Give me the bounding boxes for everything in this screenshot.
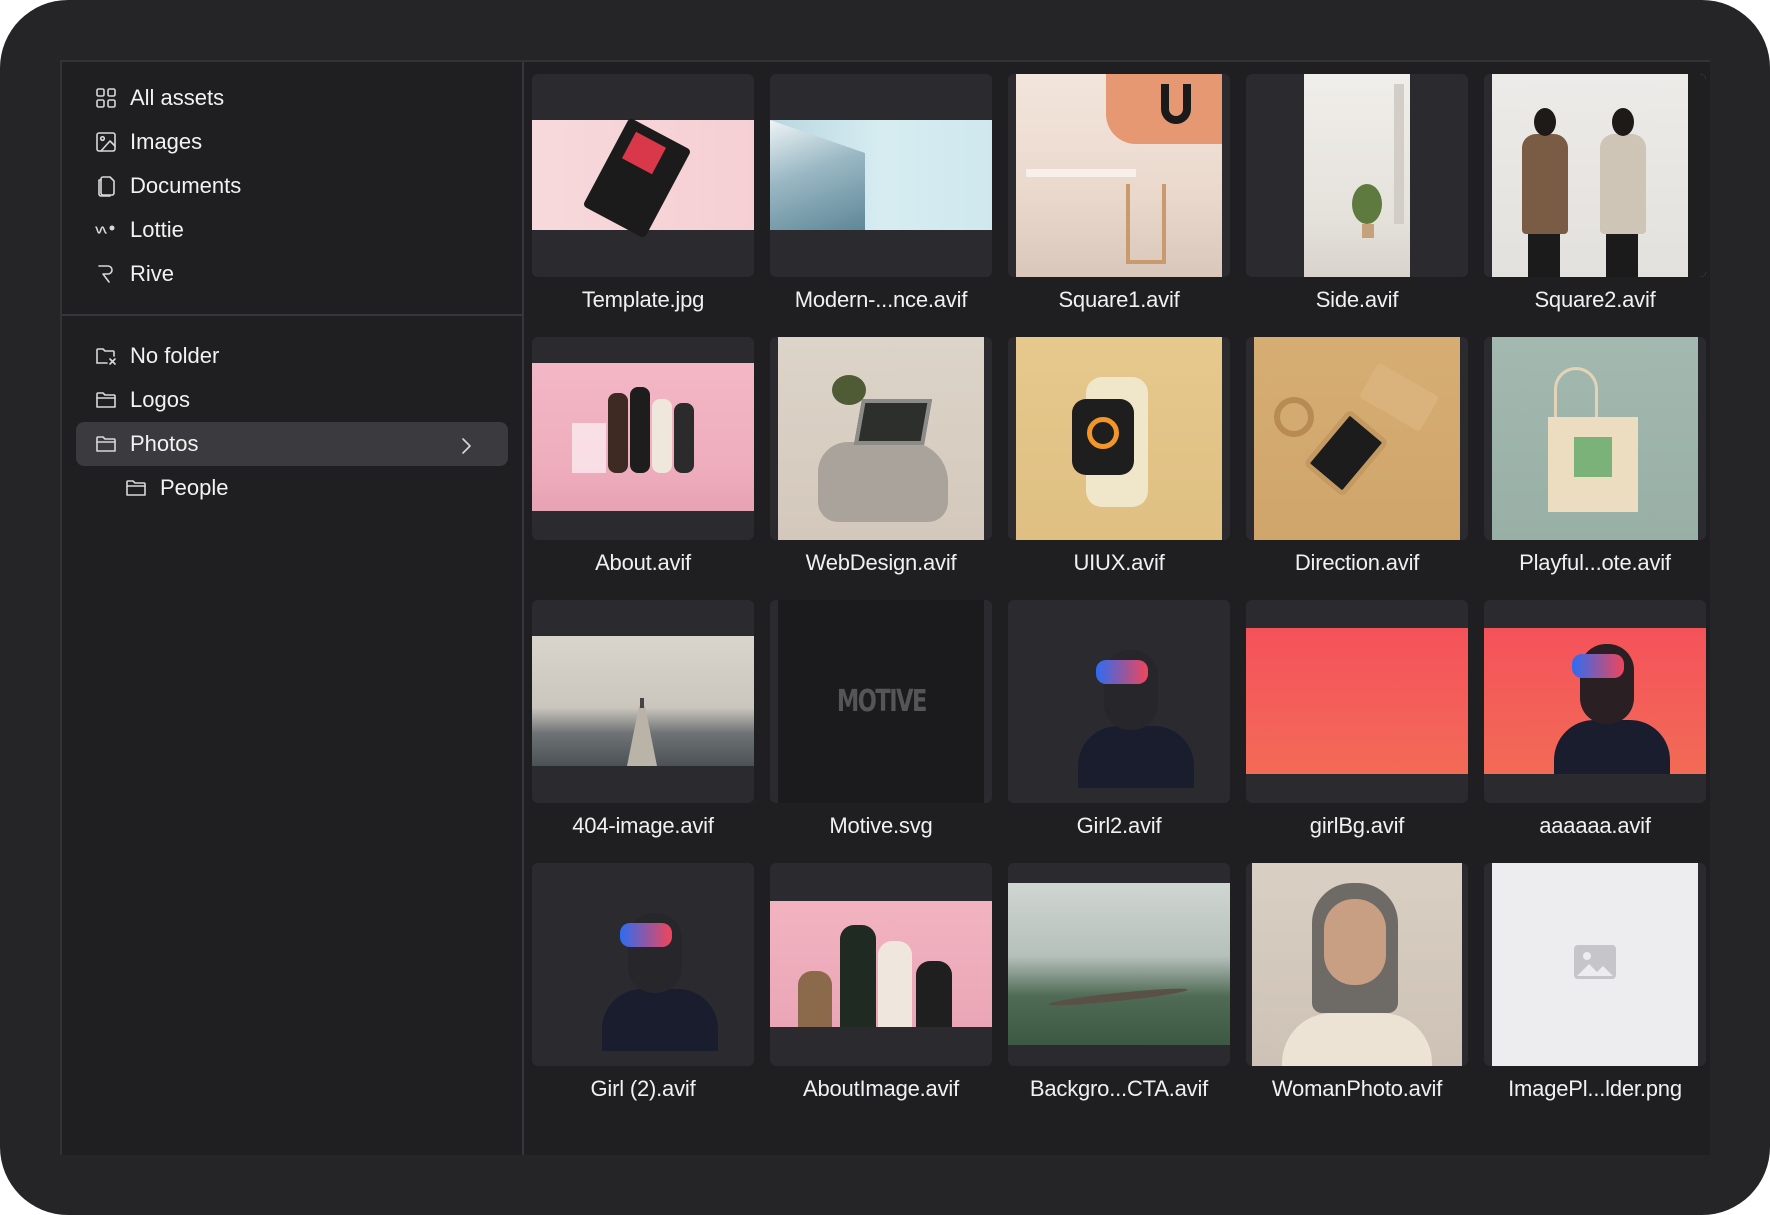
image-icon xyxy=(92,128,120,156)
asset-thumbnail xyxy=(1484,74,1706,277)
rive-icon xyxy=(92,260,120,288)
asset-name: Direction.avif xyxy=(1294,550,1420,575)
asset-thumbnail xyxy=(1008,74,1230,277)
asset-tile[interactable]: WebDesign.avif xyxy=(770,337,992,575)
asset-name: UIUX.avif xyxy=(1073,550,1165,575)
asset-thumbnail xyxy=(1246,600,1468,803)
asset-tile[interactable]: UIUX.avif xyxy=(1008,337,1230,575)
folder-x-icon xyxy=(92,342,120,370)
asset-thumbnail xyxy=(770,74,992,277)
asset-tile[interactable]: About.avif xyxy=(532,337,754,575)
asset-thumbnail xyxy=(770,863,992,1066)
asset-name: Girl2.avif xyxy=(1076,813,1162,838)
folder-no-folder[interactable]: No folder xyxy=(76,334,508,378)
asset-tile[interactable]: ImagePl...lder.png xyxy=(1484,863,1706,1101)
nav-documents[interactable]: Documents xyxy=(76,164,508,208)
sidebar: All assets Images Documents Lottie Rive … xyxy=(62,62,524,1155)
documents-icon xyxy=(92,172,120,200)
folder-photos[interactable]: Photos xyxy=(76,422,508,466)
asset-thumbnail xyxy=(1484,337,1706,540)
asset-tile[interactable]: AboutImage.avif xyxy=(770,863,992,1101)
folder-icon xyxy=(92,430,120,458)
asset-thumbnail xyxy=(1246,74,1468,277)
asset-name: Backgro...CTA.avif xyxy=(1029,1076,1209,1101)
asset-tile[interactable]: Side.avif xyxy=(1246,74,1468,312)
asset-tile[interactable]: Template.jpg xyxy=(532,74,754,312)
chevron-right-icon[interactable] xyxy=(452,432,480,460)
asset-tile[interactable]: Square1.avif xyxy=(1008,74,1230,312)
asset-tile[interactable]: Direction.avif xyxy=(1246,337,1468,575)
asset-name: AboutImage.avif xyxy=(803,1076,959,1101)
asset-name: Girl (2).avif xyxy=(590,1076,696,1101)
asset-name: About.avif xyxy=(595,550,691,575)
nav-label: All assets xyxy=(130,85,225,110)
asset-name: Side.avif xyxy=(1315,287,1399,312)
nav-label: Lottie xyxy=(130,217,184,242)
asset-name: Square1.avif xyxy=(1058,287,1180,312)
asset-name: aaaaaa.avif xyxy=(1539,813,1651,838)
asset-name: Template.jpg xyxy=(581,287,705,312)
asset-name: WomanPhoto.avif xyxy=(1271,1076,1443,1101)
asset-name: 404-image.avif xyxy=(572,813,714,838)
nav-all-assets[interactable]: All assets xyxy=(76,76,508,120)
folder-nav: No folder Logos Photos People xyxy=(62,334,522,510)
motive-logo-text: MOTIVE xyxy=(836,684,927,719)
asset-thumbnail xyxy=(532,337,754,540)
asset-thumbnail xyxy=(1246,337,1468,540)
folder-icon xyxy=(92,386,120,414)
asset-tile[interactable]: aaaaaa.avif xyxy=(1484,600,1706,838)
asset-thumbnail xyxy=(1484,600,1706,803)
asset-name: ImagePl...lder.png xyxy=(1508,1076,1682,1101)
asset-name: Motive.svg xyxy=(829,813,933,838)
asset-tile[interactable]: Girl (2).avif xyxy=(532,863,754,1101)
folder-label: Logos xyxy=(130,387,190,412)
asset-tile[interactable]: Playful...ote.avif xyxy=(1484,337,1706,575)
lottie-icon xyxy=(92,216,120,244)
asset-thumbnail: MOTIVE xyxy=(770,600,992,803)
nav-label: Documents xyxy=(130,173,242,198)
asset-name: WebDesign.avif xyxy=(805,550,957,575)
folder-label: No folder xyxy=(130,343,220,368)
asset-thumbnail xyxy=(1008,600,1230,803)
asset-thumbnail xyxy=(1484,863,1706,1066)
sidebar-divider xyxy=(62,314,522,316)
image-placeholder-icon xyxy=(1573,944,1617,985)
nav-label: Rive xyxy=(130,261,175,286)
folder-people[interactable]: People xyxy=(76,466,508,510)
asset-tile[interactable]: MOTIVE Motive.svg xyxy=(770,600,992,838)
asset-thumbnail xyxy=(1008,863,1230,1066)
asset-tile[interactable]: WomanPhoto.avif xyxy=(1246,863,1468,1101)
asset-grid: Template.jpg Modern-...nce.avif Square1.… xyxy=(532,74,1706,1101)
asset-name: Modern-...nce.avif xyxy=(794,287,968,312)
folder-logos[interactable]: Logos xyxy=(76,378,508,422)
asset-name: Playful...ote.avif xyxy=(1519,550,1671,575)
asset-tile[interactable]: Backgro...CTA.avif xyxy=(1008,863,1230,1101)
folder-label: Photos xyxy=(130,431,199,456)
asset-thumbnail xyxy=(532,600,754,803)
grid-icon xyxy=(92,84,120,112)
asset-tile[interactable]: Square2.avif xyxy=(1484,74,1706,312)
asset-tile[interactable]: girlBg.avif xyxy=(1246,600,1468,838)
asset-name: Square2.avif xyxy=(1534,287,1656,312)
asset-type-nav: All assets Images Documents Lottie Rive xyxy=(62,62,522,296)
folder-icon xyxy=(122,474,150,502)
nav-label: Images xyxy=(130,129,203,154)
nav-images[interactable]: Images xyxy=(76,120,508,164)
asset-name: girlBg.avif xyxy=(1309,813,1405,838)
asset-tile[interactable]: Modern-...nce.avif xyxy=(770,74,992,312)
folder-label: People xyxy=(160,475,229,500)
asset-thumbnail xyxy=(1008,337,1230,540)
asset-tile[interactable]: Girl2.avif xyxy=(1008,600,1230,838)
asset-thumbnail xyxy=(770,337,992,540)
nav-rive[interactable]: Rive xyxy=(76,252,508,296)
asset-manager: All assets Images Documents Lottie Rive … xyxy=(60,60,1710,1155)
asset-thumbnail xyxy=(532,863,754,1066)
asset-tile[interactable]: 404-image.avif xyxy=(532,600,754,838)
device-frame: All assets Images Documents Lottie Rive … xyxy=(0,0,1770,1215)
nav-lottie[interactable]: Lottie xyxy=(76,208,508,252)
asset-thumbnail xyxy=(532,74,754,277)
asset-thumbnail xyxy=(1246,863,1468,1066)
